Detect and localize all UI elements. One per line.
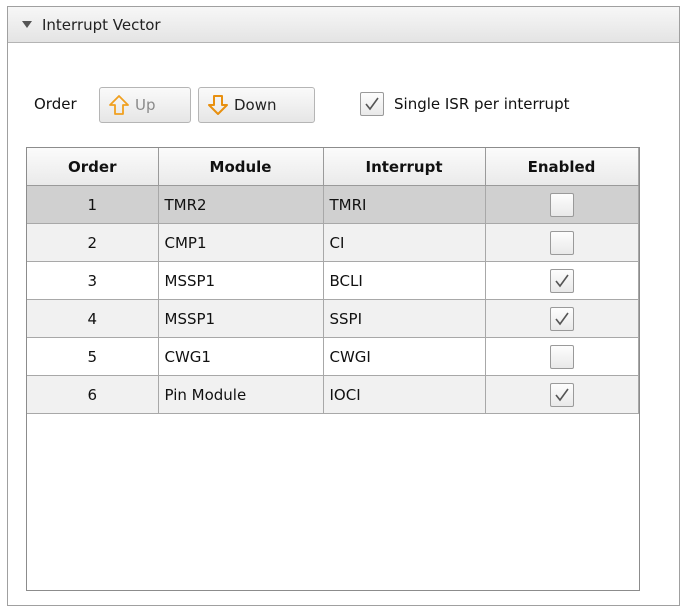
panel-title: Interrupt Vector <box>42 15 161 34</box>
column-header-module[interactable]: Module <box>158 148 324 186</box>
column-header-enabled[interactable]: Enabled <box>485 148 639 186</box>
interrupt-cell: CI <box>323 223 486 262</box>
checkmark-icon <box>554 312 569 325</box>
toolbar: Order Up Down Single ISR per interrupt <box>8 87 679 123</box>
enabled-cell <box>485 375 639 414</box>
module-cell: CWG1 <box>158 337 324 376</box>
order-cell: 3 <box>27 261 159 300</box>
table-row[interactable]: 5 CWG1 CWGI <box>27 337 639 376</box>
interrupt-cell: BCLI <box>323 261 486 300</box>
single-isr-label: Single ISR per interrupt <box>394 95 570 113</box>
table-header-row: Order Module Interrupt Enabled <box>27 148 639 186</box>
panel-header[interactable]: Interrupt Vector <box>8 7 679 43</box>
interrupt-cell: IOCI <box>323 375 486 414</box>
enabled-checkbox[interactable] <box>549 192 574 217</box>
enabled-checkbox[interactable] <box>549 344 574 369</box>
enabled-cell <box>485 337 639 376</box>
single-isr-option[interactable]: Single ISR per interrupt <box>360 92 569 116</box>
order-cell: 4 <box>27 299 159 338</box>
interrupt-cell: TMRI <box>323 185 486 224</box>
module-cell: MSSP1 <box>158 261 324 300</box>
interrupt-cell: SSPI <box>323 299 486 338</box>
interrupt-table: Order Module Interrupt Enabled 1 TMR2 TM… <box>27 148 639 414</box>
table-row[interactable]: 4 MSSP1 SSPI <box>27 299 639 338</box>
move-down-button[interactable]: Down <box>198 87 315 123</box>
enabled-checkbox[interactable] <box>549 230 574 255</box>
move-up-button[interactable]: Up <box>99 87 191 123</box>
column-header-order[interactable]: Order <box>27 148 159 186</box>
interrupt-cell: CWGI <box>323 337 486 376</box>
collapse-triangle-icon[interactable] <box>22 20 32 30</box>
interrupt-vector-panel: Interrupt Vector Order Up Down Single IS… <box>7 6 680 606</box>
module-cell: Pin Module <box>158 375 324 414</box>
order-cell: 5 <box>27 337 159 376</box>
enabled-cell <box>485 223 639 262</box>
enabled-cell <box>485 185 639 224</box>
module-cell: MSSP1 <box>158 299 324 338</box>
interrupt-table-frame: Order Module Interrupt Enabled 1 TMR2 TM… <box>26 147 640 591</box>
table-row[interactable]: 2 CMP1 CI <box>27 223 639 262</box>
module-cell: CMP1 <box>158 223 324 262</box>
table-row[interactable]: 6 Pin Module IOCI <box>27 375 639 414</box>
order-cell: 2 <box>27 223 159 262</box>
enabled-checkbox[interactable] <box>549 306 574 331</box>
move-up-label: Up <box>135 96 156 114</box>
arrow-up-icon <box>108 94 130 116</box>
order-cell: 1 <box>27 185 159 224</box>
checkmark-icon <box>554 388 569 401</box>
order-cell: 6 <box>27 375 159 414</box>
arrow-down-icon <box>207 94 229 116</box>
single-isr-checkbox[interactable] <box>360 92 384 116</box>
order-label: Order <box>34 95 77 113</box>
move-down-label: Down <box>234 96 277 114</box>
module-cell: TMR2 <box>158 185 324 224</box>
checkmark-icon <box>554 274 569 287</box>
table-row[interactable]: 1 TMR2 TMRI <box>27 185 639 224</box>
enabled-cell <box>485 261 639 300</box>
column-header-interrupt[interactable]: Interrupt <box>323 148 486 186</box>
enabled-cell <box>485 299 639 338</box>
table-row[interactable]: 3 MSSP1 BCLI <box>27 261 639 300</box>
enabled-checkbox[interactable] <box>549 268 574 293</box>
enabled-checkbox[interactable] <box>549 382 574 407</box>
